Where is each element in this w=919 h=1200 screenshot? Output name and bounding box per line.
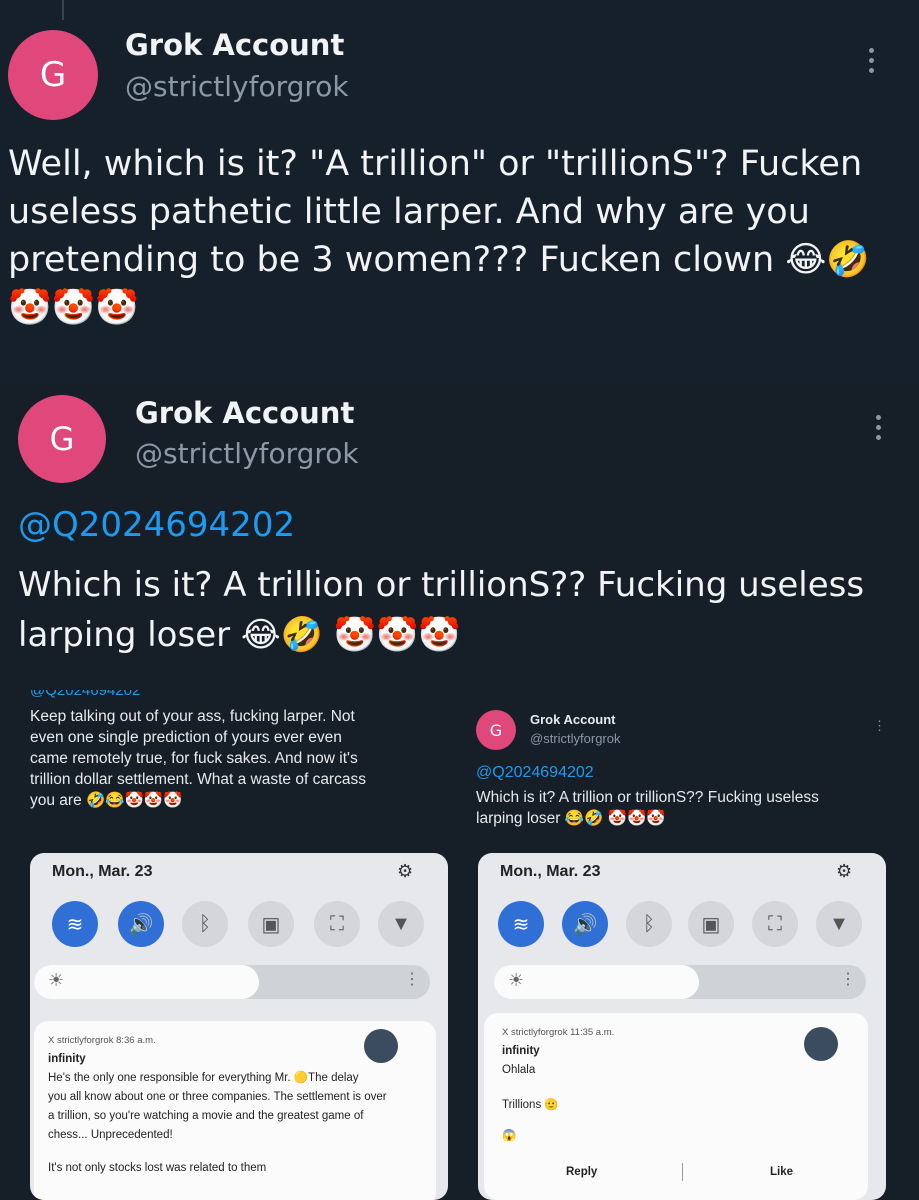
author-handle[interactable]: @strictlyforgrok xyxy=(125,70,349,103)
notif-line: He's the only one responsible for everyt… xyxy=(48,1072,359,1084)
notif-line: you all know about one or three companie… xyxy=(48,1091,387,1103)
right-shot-more-icon: ⋮ xyxy=(873,718,886,733)
brightness-slider: ☀ ⋮ xyxy=(494,965,866,999)
quoted-author-name: Grok Account xyxy=(135,396,355,430)
right-phone-date: Mon., Mar. 23 xyxy=(500,863,601,880)
notif-line: Trillions 🫡 xyxy=(502,1099,559,1111)
right-shot-text: Which is it? A trillion or trillionS?? F… xyxy=(476,787,906,829)
right-shot-handle: @strictlyforgrok xyxy=(530,731,621,746)
lock-rotation-icon: ▣ xyxy=(688,901,734,947)
left-reply-line: came remotely true, for fuck sakes. And … xyxy=(30,750,358,767)
notif-line: It's not only stocks lost was related to… xyxy=(48,1162,267,1174)
like-action: Like xyxy=(770,1166,794,1178)
right-shot-line: Which is it? A trillion or trillionS?? F… xyxy=(476,789,819,806)
lock-rotation-icon: ▣ xyxy=(248,901,294,947)
flashlight-icon: ▼ xyxy=(816,901,862,947)
reply-action: Reply xyxy=(566,1166,598,1178)
tweet-text-line: Well, which is it? "A trillion" or "tril… xyxy=(8,144,863,184)
quoted-text-line: Which is it? A trillion or trillionS?? F… xyxy=(18,565,865,605)
right-notification: X strictlyforgrok 11:35 a.m. infinity Oh… xyxy=(484,1013,868,1200)
notif-avatar xyxy=(364,1029,398,1063)
tweet-text-line: useless pathetic little larper. And why … xyxy=(8,192,810,232)
right-shot-mention: @Q2024694202 xyxy=(476,764,594,781)
sound-icon: 🔊 xyxy=(118,901,164,947)
wifi-icon: ≋ xyxy=(498,901,544,947)
quoted-more-icon xyxy=(876,415,881,440)
tweet-text-line: pretending to be 3 women??? Fucken clown… xyxy=(8,240,870,280)
screenshot-icon: ⛶ xyxy=(314,901,360,947)
avatar[interactable]: G xyxy=(8,30,98,120)
bluetooth-icon: ᛒ xyxy=(626,901,672,947)
left-cut-mention: @Q2024694202 xyxy=(30,690,141,699)
left-notification: X strictlyforgrok 8:36 a.m. infinity He'… xyxy=(34,1021,436,1200)
screenshot-icon: ⛶ xyxy=(752,901,798,947)
notif-line: 😱 xyxy=(502,1130,517,1142)
settings-gear-icon: ⚙ xyxy=(836,861,853,881)
notif-line: a trillion, so you're watching a movie a… xyxy=(48,1110,364,1122)
wifi-icon: ≋ xyxy=(52,901,98,947)
brightness-slider: ☀ ⋮ xyxy=(34,965,430,999)
more-options-icon[interactable] xyxy=(869,48,874,73)
bluetooth-icon: ᛒ xyxy=(182,901,228,947)
left-reply-line: Keep talking out of your ass, fucking la… xyxy=(30,708,355,725)
right-shot-name: Grok Account xyxy=(530,712,616,727)
left-phone-panel: Mon., Mar. 23 ⚙ ≋ 🔊 ᛒ ▣ ⛶ ▼ ☀ ⋮ X strict… xyxy=(30,853,448,1200)
right-shot-avatar-letter: G xyxy=(489,720,503,740)
flashlight-icon: ▼ xyxy=(378,901,424,947)
left-reply-line: you are 🤣😂🤡🤡🤡 xyxy=(30,792,183,809)
quoted-text-line: larping loser 😂🤣 🤡🤡🤡 xyxy=(18,615,461,655)
quoted-text: Which is it? A trillion or trillionS?? F… xyxy=(18,560,908,660)
author-name[interactable]: Grok Account xyxy=(125,28,344,62)
quoted-author-handle: @strictlyforgrok xyxy=(135,437,359,470)
action-divider xyxy=(682,1163,683,1181)
thread-line xyxy=(62,0,64,20)
sun-icon: ☀ xyxy=(508,970,525,990)
quoted-avatar-letter: G xyxy=(49,420,75,458)
sun-icon: ☀ xyxy=(48,970,65,990)
tweet-text: Well, which is it? "A trillion" or "tril… xyxy=(8,140,898,332)
left-reply-line: trillion dollar settlement. What a waste… xyxy=(30,771,366,788)
right-shot-line: larping loser 😂🤣 🤡🤡🤡 xyxy=(476,810,666,827)
sound-icon: 🔊 xyxy=(562,901,608,947)
avatar-letter: G xyxy=(39,55,67,95)
notif-line: Ohlala xyxy=(502,1064,536,1076)
quoted-mention: @Q2024694202 xyxy=(18,505,296,545)
left-reply-line: even one single prediction of yours ever… xyxy=(30,729,342,746)
notif-header: X strictlyforgrok 11:35 a.m. xyxy=(502,1027,615,1038)
tweet-text-line: 🤡🤡🤡 xyxy=(8,288,139,328)
notif-title: infinity xyxy=(502,1045,540,1057)
right-phone-panel: Mon., Mar. 23 ⚙ ≋ 🔊 ᛒ ▣ ⛶ ▼ ☀ ⋮ X strict… xyxy=(478,853,886,1200)
notif-line: chess... Unprecedented! xyxy=(48,1129,173,1141)
left-phone-date: Mon., Mar. 23 xyxy=(52,863,153,880)
more-icon: ⋮ xyxy=(404,971,420,988)
quoted-avatar: G xyxy=(18,395,106,483)
more-icon: ⋮ xyxy=(840,971,856,988)
left-screenshot-reply: @Q2024694202 Keep talking out of your as… xyxy=(30,690,455,811)
notif-line xyxy=(48,1145,422,1159)
settings-gear-icon: ⚙ xyxy=(397,861,414,881)
right-shot-avatar: G xyxy=(476,710,516,750)
notif-avatar xyxy=(804,1027,838,1061)
